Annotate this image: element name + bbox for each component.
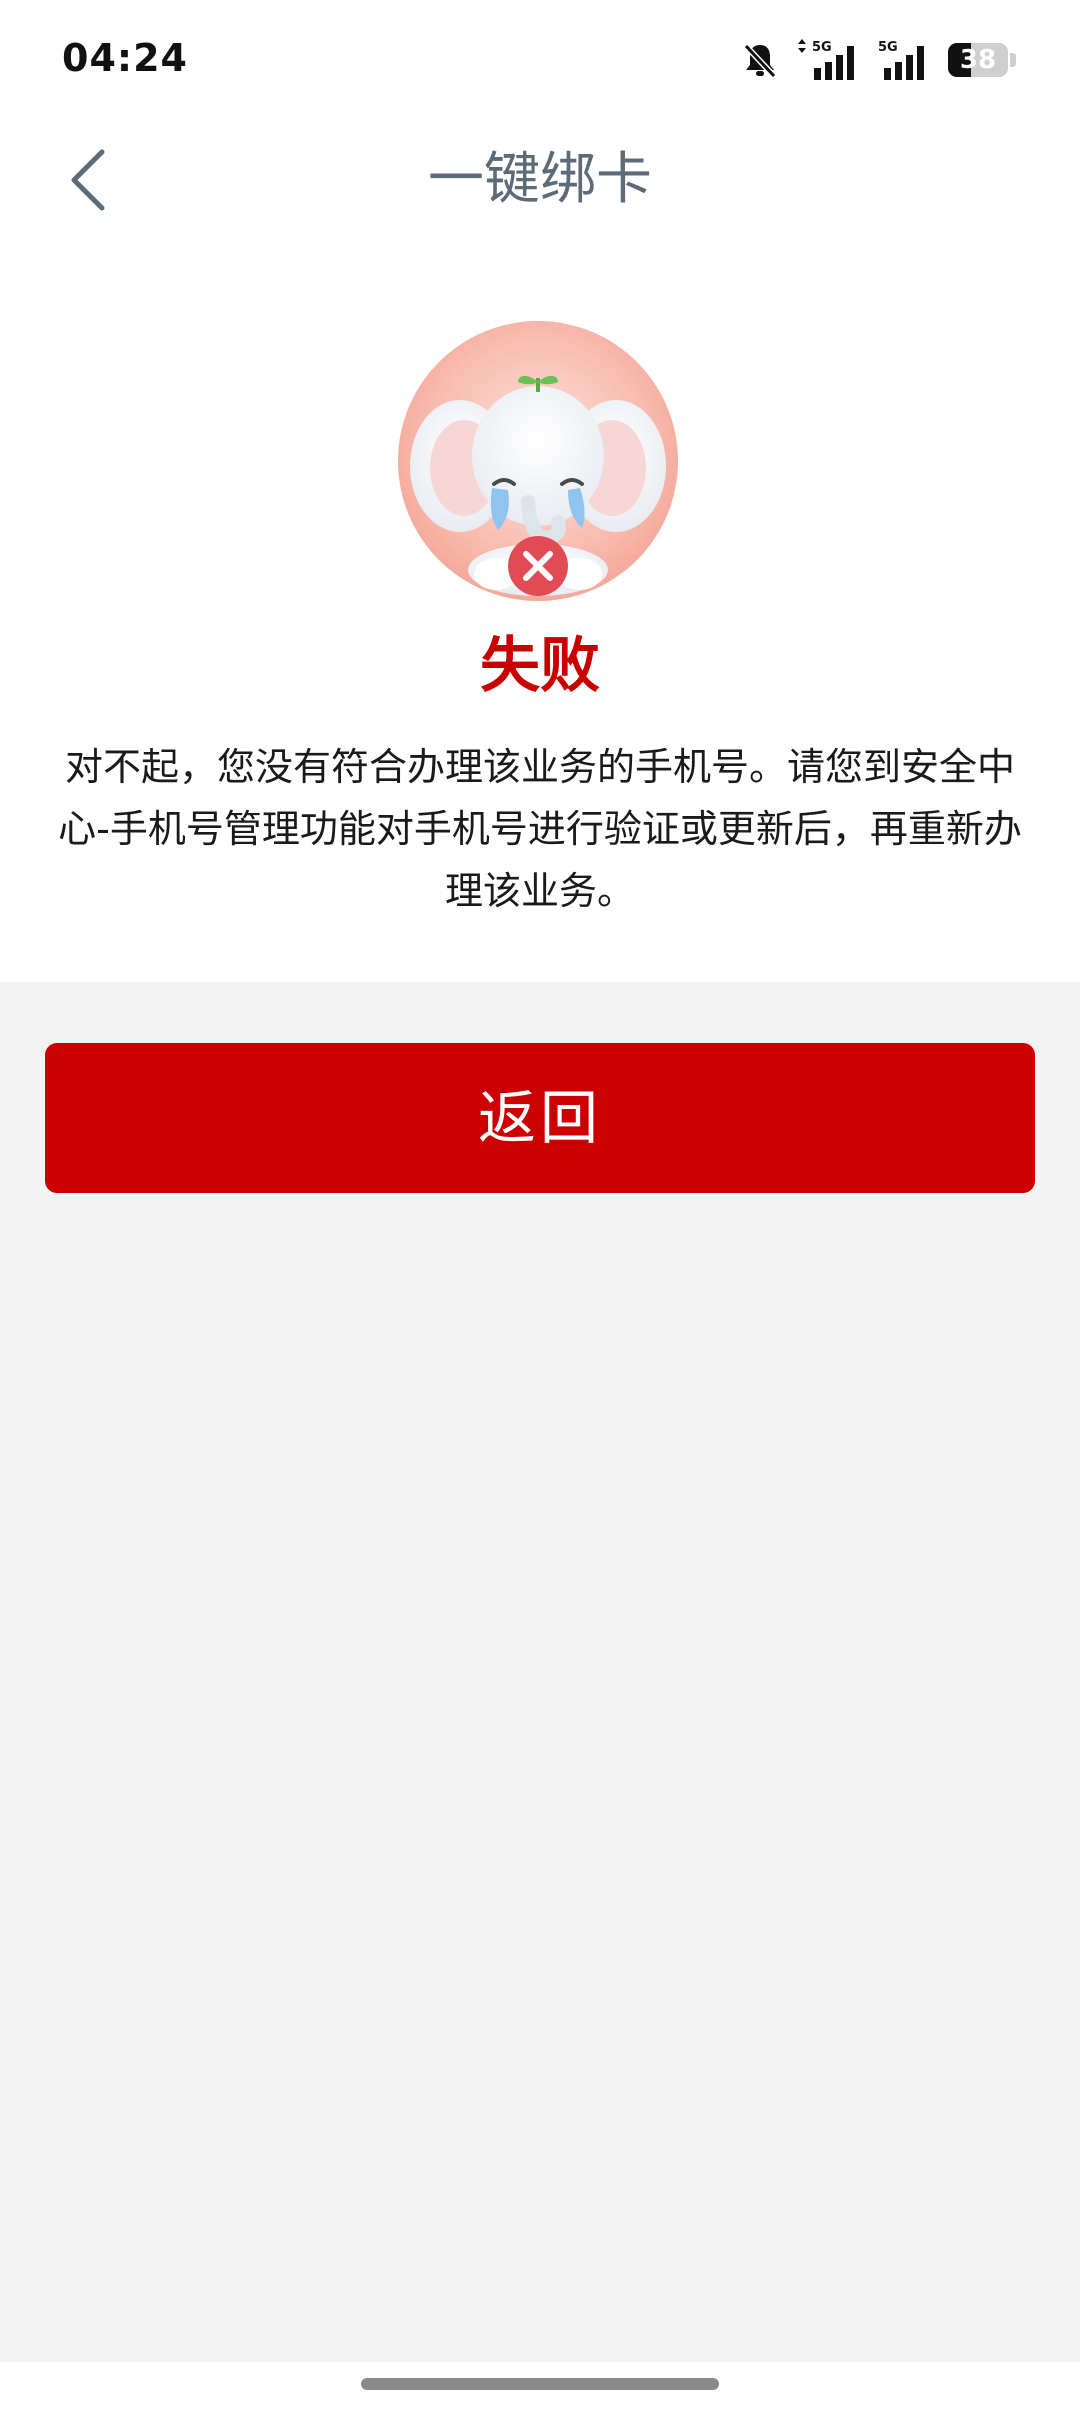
status-bar: 04:24 5G 5G 38	[0, 0, 1080, 124]
home-indicator[interactable]	[361, 2378, 719, 2390]
result-title: 失败	[480, 631, 600, 701]
return-button[interactable]: 返回	[45, 1043, 1035, 1193]
result-message: 对不起，您没有符合办理该业务的手机号。请您到安全中心-手机号管理功能对手机号进行…	[58, 745, 1022, 913]
page-title: 一键绑卡	[428, 147, 652, 212]
signal-5g-icon: 5G	[878, 38, 934, 82]
failure-page: 04:24 5G 5G 38 一键绑卡 失败 对不起，您没有符合办理该业务的手机…	[0, 0, 1080, 2412]
network-label-1: 5G	[812, 40, 832, 55]
crying-elephant-failure-icon	[396, 316, 680, 606]
status-time: 04:24	[62, 36, 188, 80]
bell-muted-icon	[740, 40, 780, 80]
battery-icon: 38	[948, 43, 1016, 77]
battery-level: 38	[959, 45, 997, 75]
network-label-2: 5G	[878, 40, 898, 55]
status-icons: 5G 5G 38	[740, 38, 1016, 82]
signal-5g-icon: 5G	[794, 38, 864, 82]
